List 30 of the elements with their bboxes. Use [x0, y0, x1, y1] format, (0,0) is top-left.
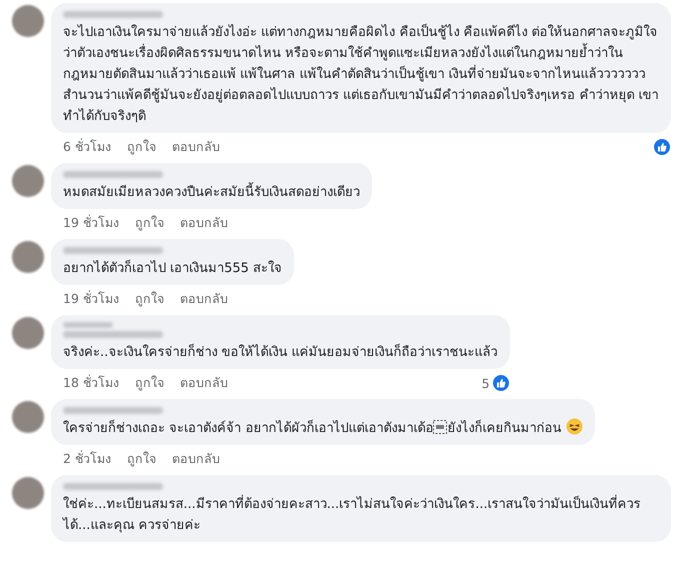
- reply-link[interactable]: ตอบกลับ: [180, 373, 228, 393]
- comment-text: ใช่ค่ะ...ทะเบียนสมรส...มีราคาที่ต้องจ่ายคะสาว...เราไม่สนใจค่ะว่าเงินใคร...เราสนใจว่ามันเป็นเงินที่ควรได้...และคุณ ควรจ่ายค่ะ: [63, 494, 659, 536]
- like-link[interactable]: ถูกใจ: [126, 137, 156, 157]
- reaction-count[interactable]: 5: [482, 376, 490, 390]
- comment-text: อยากได้ตัวก็เอาไป เอาเงินมา555 สะใจ: [63, 258, 282, 278]
- like-link[interactable]: ถูกใจ: [126, 449, 156, 469]
- comment-time[interactable]: 19 ชั่วโมง: [63, 213, 119, 233]
- reply-link[interactable]: ตอบกลับ: [172, 137, 220, 157]
- like-link[interactable]: ถูกใจ: [134, 289, 164, 309]
- comment-text: ใครจ่ายก็ช่างเถอะ จะเอาตังค์จ้า อยากได้ผัวก็เอาไปแต่เอาตังมาเด้อ ยังไงก็เคยกินมาก่อน: [63, 418, 584, 439]
- comment-text: จริงค่ะ..จะเงินใครจ่ายก็ช่าง ขอให้ได้เงิน แค่มันยอมจ่ายเงินก็ถือว่าเราชนะแล้ว: [63, 342, 498, 362]
- thumbs-up-icon[interactable]: [492, 374, 510, 392]
- avatar-placeholder[interactable]: [12, 477, 44, 509]
- avatar-placeholder[interactable]: [12, 165, 44, 197]
- comment-time[interactable]: 19 ชั่วโมง: [63, 289, 119, 309]
- like-link[interactable]: ถูกใจ: [134, 213, 164, 233]
- like-link[interactable]: ถูกใจ: [134, 373, 164, 393]
- comment-time[interactable]: 18 ชั่วโมง: [63, 373, 119, 393]
- reply-link[interactable]: ตอบกลับ: [180, 289, 228, 309]
- avatar-placeholder[interactable]: [12, 317, 44, 349]
- avatar-placeholder[interactable]: [12, 5, 44, 37]
- reply-link[interactable]: ตอบกลับ: [172, 449, 220, 469]
- thumbs-up-icon[interactable]: [653, 138, 671, 156]
- avatar-placeholder[interactable]: [12, 241, 44, 273]
- comment-text: หมดสมัยเมียหลวงควงปืนค่ะสมัยนี้รับเงินสดอย่างเดียว: [63, 182, 360, 203]
- comment-time[interactable]: 2 ชั่วโมง: [63, 449, 111, 469]
- comment-time[interactable]: 6 ชั่วโมง: [63, 137, 111, 157]
- comment-text: จะไปเอาเงินใครมาจ่ายแล้วยังไงอ่ะ แต่ทางกฎหมายคือผิดไง คือเป็นชู้ไง คือแพ้คดีไง ต่อให้นอกศาลจะภูมิใจว่าตัวเองชนะเรื่องผิดศิลธรรมขนาดไหน หรือจะตามใช้คำพูดแซะเมียหลวงยังไงแต่ในกฎหมายย้ำว่าในกฎหมายตัดสินมาแล้วว่าเธอแพ้ แพ้ในศาล แพ้ในคำตัดสินว่าเป็นชู้เขา เงินที่จ่ายมันจะจากไหนแล้ววววววว สำนวนว่าแพ้คดีชู้มันจะยังอยู่ต่อตลอดไปแบบถาวร แต่เธอกับเขามันมีคำว่าตลอดไปจริงๆเหรอ คำว่าหยุด เขาทำได้กับจริงๆดิ: [63, 22, 659, 126]
- reply-link[interactable]: ตอบกลับ: [180, 213, 228, 233]
- avatar-placeholder[interactable]: [12, 401, 44, 433]
